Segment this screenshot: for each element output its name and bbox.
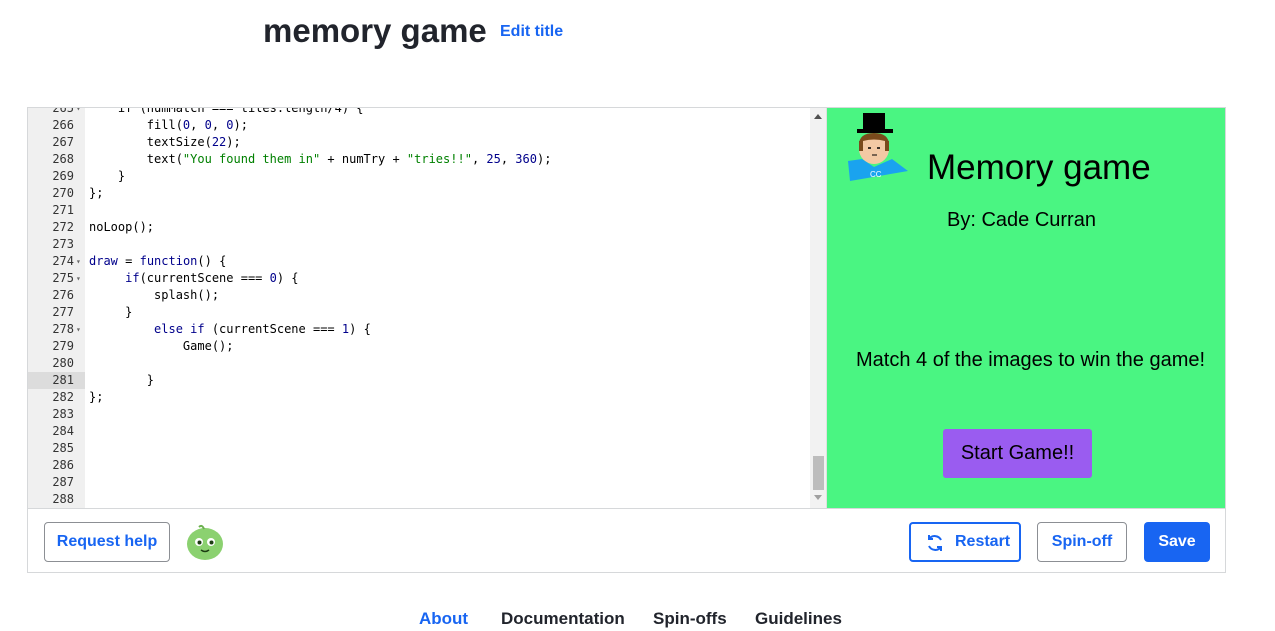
line-number: 274 — [52, 254, 74, 268]
line-number: 278 — [52, 322, 74, 336]
code-line[interactable]: 266 fill(0, 0, 0); — [28, 117, 826, 134]
restart-button[interactable]: Restart — [909, 522, 1021, 562]
restart-label: Restart — [955, 533, 1011, 550]
restart-icon — [928, 535, 942, 551]
code-line[interactable]: 284 — [28, 423, 826, 440]
code-line[interactable]: 280 — [28, 355, 826, 372]
line-number: 282 — [52, 390, 74, 404]
line-number: 266 — [52, 118, 74, 132]
code-line[interactable]: 269 } — [28, 168, 826, 185]
code-line[interactable]: 279 Game(); — [28, 338, 826, 355]
line-number: 267 — [52, 135, 74, 149]
cc-mascot-icon: CC — [848, 113, 908, 181]
line-number: 273 — [52, 237, 74, 251]
footer-link-documentation[interactable]: Documentation — [501, 609, 625, 629]
code-text: textSize(22); — [89, 135, 241, 149]
line-number: 268 — [52, 152, 74, 166]
mascot-initials: CC — [870, 170, 882, 179]
code-text: }; — [89, 186, 104, 200]
code-text: else if (currentScene === 1) { — [154, 322, 371, 336]
line-number: 271 — [52, 203, 74, 217]
program-panel: 265 ▾ if (numMatch === tiles.length/4) {2… — [27, 107, 1226, 573]
code-line[interactable]: 274 ▾ draw = function() { — [28, 253, 826, 270]
fold-arrow-icon[interactable]: ▾ — [76, 270, 81, 287]
code-text: text("You found them in" + numTry + "tri… — [89, 152, 552, 166]
line-number: 281 — [28, 372, 85, 389]
line-number: 288 — [52, 492, 74, 506]
code-text: Game(); — [89, 339, 234, 353]
line-number: 276 — [52, 288, 74, 302]
code-line[interactable]: 273 — [28, 236, 826, 253]
request-help-button[interactable]: Request help — [44, 522, 170, 562]
canvas-title: Memory game — [927, 148, 1151, 187]
avatar[interactable] — [185, 523, 225, 561]
code-line[interactable]: 271 — [28, 202, 826, 219]
line-number: 284 — [52, 424, 74, 438]
page-title: memory game — [263, 12, 487, 49]
footer-link-about[interactable]: About — [419, 609, 468, 629]
edit-title-link[interactable]: Edit title — [500, 23, 563, 41]
code-line[interactable]: 285 — [28, 440, 826, 457]
canvas-byline: By: Cade Curran — [947, 209, 1096, 231]
start-game-button[interactable]: Start Game!! — [943, 429, 1092, 478]
line-number: 280 — [52, 356, 74, 370]
line-number: 279 — [52, 339, 74, 353]
code-line[interactable]: 283 — [28, 406, 826, 423]
code-line[interactable]: 287 — [28, 474, 826, 491]
footer-link-guidelines[interactable]: Guidelines — [755, 609, 842, 629]
code-text: noLoop(); — [89, 220, 155, 234]
code-text: } — [89, 169, 126, 183]
code-line[interactable]: 276 splash(); — [28, 287, 826, 304]
editor-scrollbar[interactable] — [810, 108, 826, 508]
line-number: 285 — [52, 441, 74, 455]
line-number: 270 — [52, 186, 74, 200]
line-number: 287 — [52, 475, 74, 489]
footer-link-spin-offs[interactable]: Spin-offs — [653, 609, 727, 629]
code-line[interactable]: 270}; — [28, 185, 826, 202]
code-line[interactable]: 286 — [28, 457, 826, 474]
line-number: 277 — [52, 305, 74, 319]
code-text: }; — [89, 390, 104, 404]
line-number: 275 — [52, 271, 74, 285]
code-line[interactable]: 268 text("You found them in" + numTry + … — [28, 151, 826, 168]
spin-off-button[interactable]: Spin-off — [1037, 522, 1127, 562]
code-line[interactable]: 275 ▾ if(currentScene === 0) { — [28, 270, 826, 287]
code-line[interactable]: 288 — [28, 491, 826, 508]
fold-arrow-icon[interactable]: ▾ — [76, 253, 81, 270]
save-button[interactable]: Save — [1144, 522, 1210, 562]
fold-arrow-icon[interactable]: ▾ — [76, 321, 81, 338]
code-text: splash(); — [89, 288, 220, 302]
scroll-up-icon[interactable] — [814, 114, 822, 119]
canvas-instructions: Match 4 of the images to win the game! — [856, 349, 1206, 371]
code-text: fill(0, 0, 0); — [89, 118, 248, 132]
code-line[interactable]: 265 ▾ if (numMatch === tiles.length/4) { — [28, 108, 826, 117]
code-text: if (numMatch === tiles.length/4) { — [89, 108, 364, 115]
code-text: draw = function() { — [89, 254, 227, 268]
code-line[interactable]: 282}; — [28, 389, 826, 406]
line-number: 265 — [52, 108, 74, 115]
scroll-thumb[interactable] — [813, 456, 824, 490]
line-number: 286 — [52, 458, 74, 472]
code-text: } — [89, 305, 133, 319]
code-text: if(currentScene === 0) { — [125, 271, 299, 285]
line-number: 283 — [52, 407, 74, 421]
line-number: 272 — [52, 220, 74, 234]
code-line[interactable]: 277 } — [28, 304, 826, 321]
fold-arrow-icon[interactable]: ▾ — [76, 108, 81, 117]
code-line[interactable]: 281 } — [28, 372, 826, 389]
scroll-down-icon[interactable] — [814, 495, 822, 500]
code-line[interactable]: 278 ▾ else if (currentScene === 1) { — [28, 321, 826, 338]
code-editor[interactable]: 265 ▾ if (numMatch === tiles.length/4) {2… — [28, 108, 827, 508]
code-line[interactable]: 272 noLoop(); — [28, 219, 826, 236]
line-number: 269 — [52, 169, 74, 183]
code-lines[interactable]: 265 ▾ if (numMatch === tiles.length/4) {2… — [28, 108, 826, 508]
editor-toolbar: Request help Restart Spin-off Save — [28, 508, 1225, 572]
code-text: } — [89, 373, 155, 387]
code-line[interactable]: 267 textSize(22); — [28, 134, 826, 151]
program-output-canvas[interactable]: CC Memory game By: Cade Curran Match 4 o… — [827, 108, 1225, 508]
